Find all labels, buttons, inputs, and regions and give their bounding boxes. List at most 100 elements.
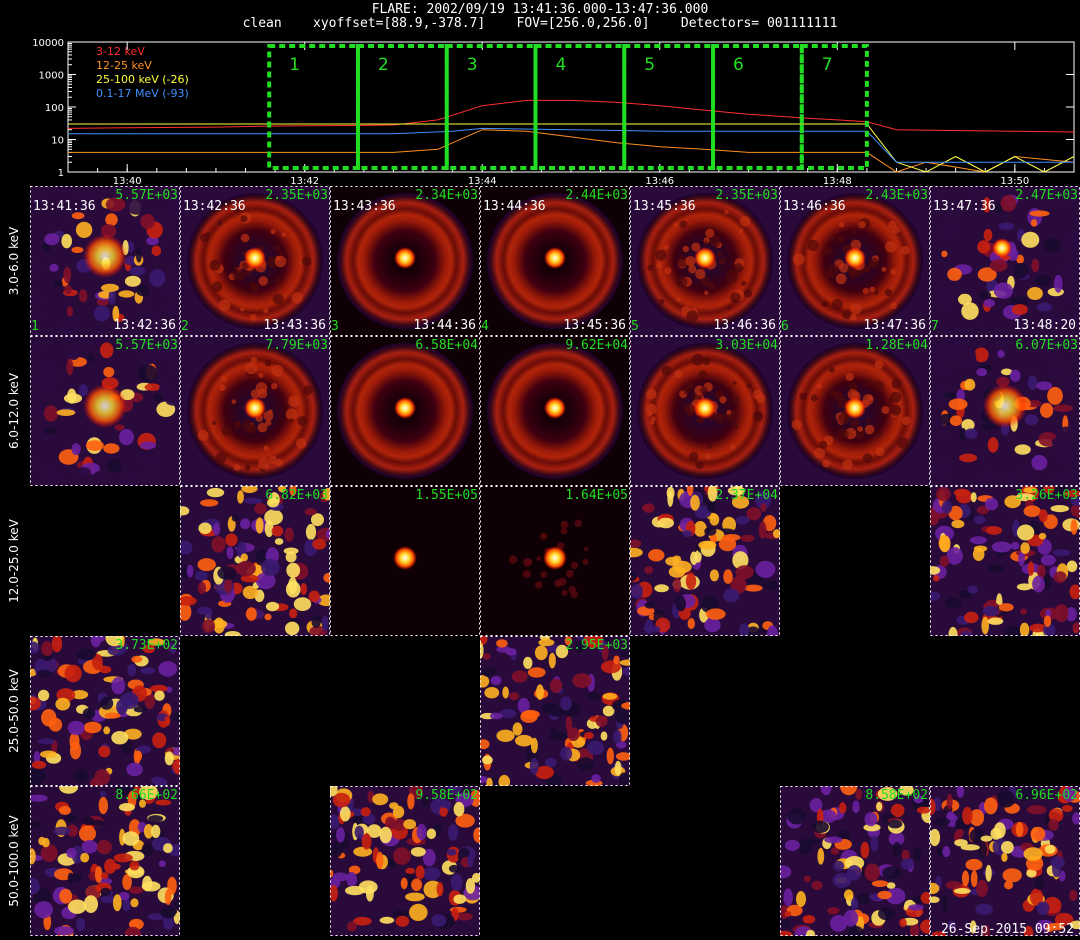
image-blob [705,608,726,620]
image-blob [151,824,161,838]
image-blob [1035,274,1051,287]
image-blob [1050,505,1070,513]
image-canvas [330,486,480,636]
image-blob [361,833,372,850]
image-blob [198,522,212,535]
image-canvas [330,786,480,936]
image-blob [614,710,630,724]
image-blob [1016,524,1035,541]
image-blob [831,299,843,310]
image-blob [953,888,971,894]
image-blob [107,458,122,473]
xray-image: 3.73E+02 [30,636,180,786]
image-blob [891,378,902,389]
image-blob [1031,258,1040,273]
image-blob [240,518,251,530]
image-blob [947,267,962,281]
image-blob [66,342,81,361]
image-blob [949,327,963,336]
series-line [67,99,1075,133]
image-blob [1019,465,1035,482]
image-blob [944,597,962,609]
xray-image: 3.26E+03 [930,486,1080,636]
image-blob [158,860,166,867]
image-blob [122,899,131,912]
image-blob [122,831,140,846]
image-blob [981,616,989,635]
image-blob [257,422,268,433]
image-blob [657,517,674,529]
image-blob [393,847,411,865]
image-blob [164,715,171,726]
image-blob [855,788,862,800]
image-blob [735,515,750,525]
image-blob [964,428,978,439]
image-blob [1018,551,1025,567]
image-blob [884,288,893,297]
image-blob [523,656,533,669]
image-blob [1040,554,1056,566]
image-blob [1066,293,1075,305]
interval-index: 2 [181,319,189,334]
image-blob [1031,455,1048,471]
image-blob [824,836,843,844]
y-tick-label: 1 [58,168,64,179]
image-blob [549,678,563,693]
image-blob [31,760,47,769]
image-blob [392,805,405,819]
image-blob [732,395,741,403]
image-canvas [780,336,930,486]
image-blob [869,286,876,293]
image-blob [112,894,122,912]
image-blob [405,892,425,902]
image-blob [937,396,944,405]
image-canvas [180,336,330,486]
image-blob [746,507,762,521]
image-blob [76,917,86,932]
image-blob [94,470,108,480]
peak-value-label: 2.44E+03 [565,188,628,203]
image-blob [1016,583,1033,591]
image-blob [799,392,807,401]
image-blob [682,530,693,538]
series-line [68,127,1074,163]
image-blob [200,499,219,507]
image-blob [246,607,257,621]
peak-value-label: 2.47E+03 [1015,188,1078,203]
image-blob [679,220,688,229]
image-blob [76,467,92,478]
peak-value-label: 6.96E+02 [1015,788,1078,803]
image-blob [202,619,216,633]
image-blob [422,867,441,881]
image-blob [448,824,459,841]
source-spot [544,247,566,269]
image-blob [103,443,120,454]
image-blob [130,898,139,908]
image-blob [970,492,977,503]
peak-value-label: 8.66E+02 [115,788,178,803]
image-blob [983,228,993,242]
y-tick-label: 10000 [32,38,64,49]
interval-index: 6 [781,319,789,334]
interval-end-time: 13:45:36 [563,318,626,333]
series-line [68,129,1075,173]
image-blob [305,523,317,541]
image-blob [876,431,883,437]
source-spot [983,384,1027,428]
image-blob [949,415,962,426]
image-blob [835,273,847,285]
image-blob [630,584,643,599]
xray-image: 1.55E+05 [330,486,480,636]
xray-image: 5.57E+03 13:41:36 13:42:36 1 [30,186,180,336]
image-blob [752,389,763,400]
image-blob [265,601,280,612]
image-canvas [630,336,780,486]
time-interval-box [533,44,627,170]
interval-start-time: 13:41:36 [33,199,96,214]
image-blob [63,266,72,284]
image-blob [205,232,211,237]
peak-value-label: 9.62E+04 [565,338,628,353]
image-blob [56,409,76,416]
image-blob [827,907,840,915]
image-blob [231,514,240,522]
